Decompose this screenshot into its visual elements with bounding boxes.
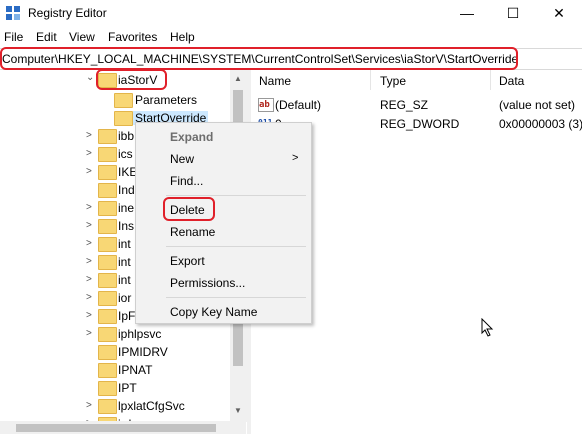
chevron-right-icon[interactable]: > — [86, 252, 96, 272]
folder-icon — [98, 129, 117, 144]
tree-item-label: ior — [118, 291, 132, 305]
value-data: 0x00000003 (3) — [499, 117, 582, 131]
scroll-up-icon[interactable]: ▲ — [234, 74, 242, 83]
menu-bar: File Edit View Favorites Help — [0, 27, 582, 47]
tree-item-label: IpF — [118, 309, 136, 323]
title-bar: Registry Editor — ☐ ✕ — [0, 0, 582, 27]
tree-item-ipt[interactable]: IPT — [84, 378, 224, 398]
menu-item-permissions[interactable]: Permissions... — [170, 276, 245, 290]
value-name: (Default) — [275, 98, 322, 112]
folder-icon — [98, 381, 117, 396]
folder-icon — [114, 93, 133, 108]
chevron-right-icon[interactable]: > — [86, 144, 96, 164]
folder-icon — [98, 183, 117, 198]
delete-annotation — [163, 197, 215, 221]
column-header-name[interactable]: Name — [259, 74, 291, 88]
value-type: REG_SZ — [380, 98, 429, 112]
tree-item-label: Ins — [118, 219, 135, 233]
folder-icon — [98, 201, 117, 216]
column-divider[interactable] — [490, 70, 491, 90]
tree-item-label: int — [118, 255, 131, 269]
chevron-right-icon[interactable]: > — [86, 288, 96, 308]
tree-item-label: IPNAT — [118, 363, 153, 377]
chevron-down-icon[interactable]: ⌄ — [86, 70, 96, 88]
tree-item-label: ibb — [118, 129, 135, 143]
mouse-cursor-icon — [481, 318, 494, 337]
menu-item-find[interactable]: Find... — [170, 174, 203, 188]
menu-separator — [166, 297, 306, 298]
menu-help[interactable]: Help — [170, 30, 195, 44]
tree-item-label: IPT — [118, 381, 137, 395]
tree-item-label: ics — [118, 147, 133, 161]
maximize-button[interactable]: ☐ — [490, 0, 536, 27]
folder-icon — [98, 363, 117, 378]
chevron-right-icon[interactable]: > — [86, 306, 96, 326]
tree-item-label: ine — [118, 201, 135, 215]
tree-item-ipnat[interactable]: IPNAT — [84, 360, 224, 380]
tree-item-label: IPMIDRV — [118, 345, 168, 359]
menu-item-rename[interactable]: Rename — [170, 225, 215, 239]
chevron-right-icon[interactable]: > — [86, 234, 96, 254]
close-button[interactable]: ✕ — [536, 0, 582, 27]
column-header-type[interactable]: Type — [380, 74, 406, 88]
tree-item-label: int — [118, 273, 131, 287]
folder-icon — [98, 273, 117, 288]
menu-favorites[interactable]: Favorites — [108, 30, 157, 44]
folder-icon — [98, 147, 117, 162]
string-value-icon: ab — [258, 98, 274, 112]
menu-file[interactable]: File — [4, 30, 23, 44]
menu-item-new[interactable]: New — [170, 152, 194, 166]
chevron-right-icon[interactable]: > — [86, 270, 96, 290]
tree-item-lpxlatcfgsvc[interactable]: > lpxlatCfgSvc — [84, 396, 224, 416]
menu-view[interactable]: View — [69, 30, 95, 44]
folder-icon — [98, 291, 117, 306]
tree-item-ipmidrv[interactable]: IPMIDRV — [84, 342, 224, 362]
menu-item-export[interactable]: Export — [170, 254, 205, 268]
menu-item-copy-key-name[interactable]: Copy Key Name — [170, 305, 257, 319]
folder-icon — [98, 345, 117, 360]
scroll-down-icon[interactable]: ▼ — [234, 406, 242, 415]
menu-item-expand: Expand — [170, 130, 214, 144]
value-type: REG_DWORD — [380, 117, 460, 131]
window-title: Registry Editor — [28, 6, 107, 20]
folder-icon — [98, 165, 117, 180]
menu-edit[interactable]: Edit — [36, 30, 57, 44]
context-menu: Expand New > Find... Delete Rename Expor… — [135, 122, 312, 324]
registry-icon — [6, 6, 20, 20]
minimize-button[interactable]: — — [444, 0, 490, 27]
tree-horizontal-scrollbar[interactable] — [0, 421, 246, 434]
tree-item-label: Ind — [118, 183, 135, 197]
tree-item-label: lpxlatCfgSvc — [118, 399, 185, 413]
chevron-right-icon[interactable]: > — [86, 396, 96, 416]
chevron-right-icon[interactable]: > — [86, 162, 96, 182]
chevron-right-icon[interactable]: > — [86, 126, 96, 146]
tree-item-label: int — [118, 237, 131, 251]
folder-icon — [98, 219, 117, 234]
folder-icon — [98, 399, 117, 414]
chevron-right-icon[interactable]: > — [86, 216, 96, 236]
tree-item-label: iphlpsvc — [118, 327, 162, 341]
folder-icon — [98, 327, 117, 342]
folder-icon — [98, 237, 117, 252]
tree-item-parameters[interactable]: Parameters — [100, 90, 230, 110]
column-divider[interactable] — [370, 70, 371, 90]
chevron-right-icon[interactable]: > — [86, 198, 96, 218]
tree-item-label: Parameters — [135, 93, 198, 107]
value-data: (value not set) — [499, 98, 576, 112]
folder-icon — [98, 309, 117, 324]
address-annotation — [0, 47, 518, 70]
submenu-arrow-icon: > — [292, 152, 299, 164]
menu-separator — [166, 246, 306, 247]
folder-icon — [114, 111, 133, 126]
menu-separator — [166, 195, 306, 196]
folder-icon — [98, 255, 117, 270]
column-header-data[interactable]: Data — [499, 74, 524, 88]
tree-item-iphlpsvc[interactable]: > iphlpsvc — [84, 324, 224, 344]
chevron-right-icon[interactable]: > — [86, 324, 96, 344]
tree-annotation — [96, 70, 167, 90]
scroll-thumb[interactable] — [16, 424, 216, 432]
